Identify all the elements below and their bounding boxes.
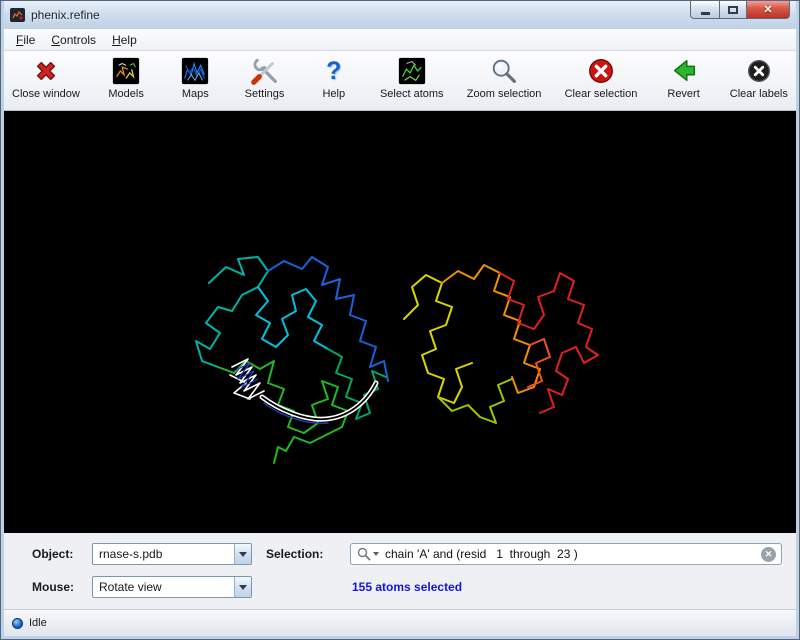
menu-help[interactable]: Help [104, 30, 145, 50]
dropdown-button[interactable] [234, 544, 251, 564]
window-controls: ✕ [691, 1, 790, 19]
mouse-dropdown[interactable]: Rotate view [92, 576, 252, 598]
toolbar: Close window Models [4, 51, 796, 111]
chevron-down-icon [239, 552, 247, 557]
tool-label: Clear labels [730, 88, 788, 100]
close-icon: ✕ [763, 3, 772, 16]
object-label: Object: [32, 547, 92, 561]
clear-input-icon[interactable]: ✕ [761, 547, 776, 562]
tool-label: Zoom selection [467, 88, 542, 100]
controls-panel: Object: rnase-s.pdb Selection: chain 'A'… [4, 533, 796, 609]
search-icon [357, 547, 371, 561]
maps-icon [179, 55, 211, 87]
maximize-icon [728, 6, 738, 14]
tool-label: Close window [12, 88, 80, 100]
phenix-refine-window: phenix.refine ✕ File Controls Help Close… [0, 0, 800, 640]
tool-label: Revert [667, 88, 699, 100]
selection-label: Selection: [252, 547, 350, 561]
tool-label: Settings [245, 88, 285, 100]
close-window-icon [30, 55, 62, 87]
select-atoms-icon [396, 55, 428, 87]
selection-value[interactable]: chain 'A' and (resid 1 through 23 ) [385, 547, 761, 561]
selection-input[interactable]: chain 'A' and (resid 1 through 23 ) ✕ [350, 543, 782, 565]
zoom-selection-button[interactable]: Zoom selection [467, 55, 542, 100]
chevron-down-icon [239, 585, 247, 590]
window-title: phenix.refine [31, 8, 100, 22]
tool-label: Select atoms [380, 88, 444, 100]
object-dropdown[interactable]: rnase-s.pdb [92, 543, 252, 565]
tool-label: Clear selection [565, 88, 638, 100]
status-indicator-icon [12, 618, 23, 629]
tool-label: Models [108, 88, 143, 100]
help-icon: ? [318, 55, 350, 87]
menu-file[interactable]: File [8, 30, 43, 50]
titlebar[interactable]: phenix.refine ✕ [4, 1, 796, 29]
settings-button[interactable]: Settings [242, 55, 288, 100]
mouse-value: Rotate view [99, 580, 234, 594]
clear-selection-button[interactable]: Clear selection [565, 55, 638, 100]
tool-label: Maps [182, 88, 209, 100]
models-button[interactable]: Models [103, 55, 149, 100]
models-icon [110, 55, 142, 87]
tool-label: Help [322, 88, 345, 100]
status-text: Idle [29, 617, 47, 629]
app-icon [10, 7, 26, 23]
object-value: rnase-s.pdb [99, 547, 234, 561]
search-options-caret[interactable] [373, 552, 379, 556]
maps-button[interactable]: Maps [172, 55, 218, 100]
minimize-icon [701, 12, 710, 15]
dropdown-button[interactable] [234, 577, 251, 597]
close-window-button[interactable]: Close window [12, 55, 80, 100]
revert-button[interactable]: Revert [661, 55, 707, 100]
clear-labels-icon [743, 55, 775, 87]
menubar: File Controls Help [4, 29, 796, 51]
mouse-label: Mouse: [32, 580, 92, 594]
close-button[interactable]: ✕ [746, 1, 790, 19]
atoms-selected-status: 155 atoms selected [350, 580, 782, 594]
settings-icon [249, 55, 281, 87]
menu-controls[interactable]: Controls [43, 30, 104, 50]
status-bar: Idle [4, 609, 796, 636]
clear-selection-icon [585, 55, 617, 87]
clear-labels-button[interactable]: Clear labels [730, 55, 788, 100]
select-atoms-button[interactable]: Select atoms [380, 55, 444, 100]
zoom-selection-icon [488, 55, 520, 87]
revert-icon [668, 55, 700, 87]
molecule-render [4, 111, 796, 533]
maximize-button[interactable] [719, 1, 747, 19]
help-button[interactable]: ? Help [311, 55, 357, 100]
molecule-viewport[interactable] [4, 111, 796, 533]
minimize-button[interactable] [690, 1, 720, 19]
